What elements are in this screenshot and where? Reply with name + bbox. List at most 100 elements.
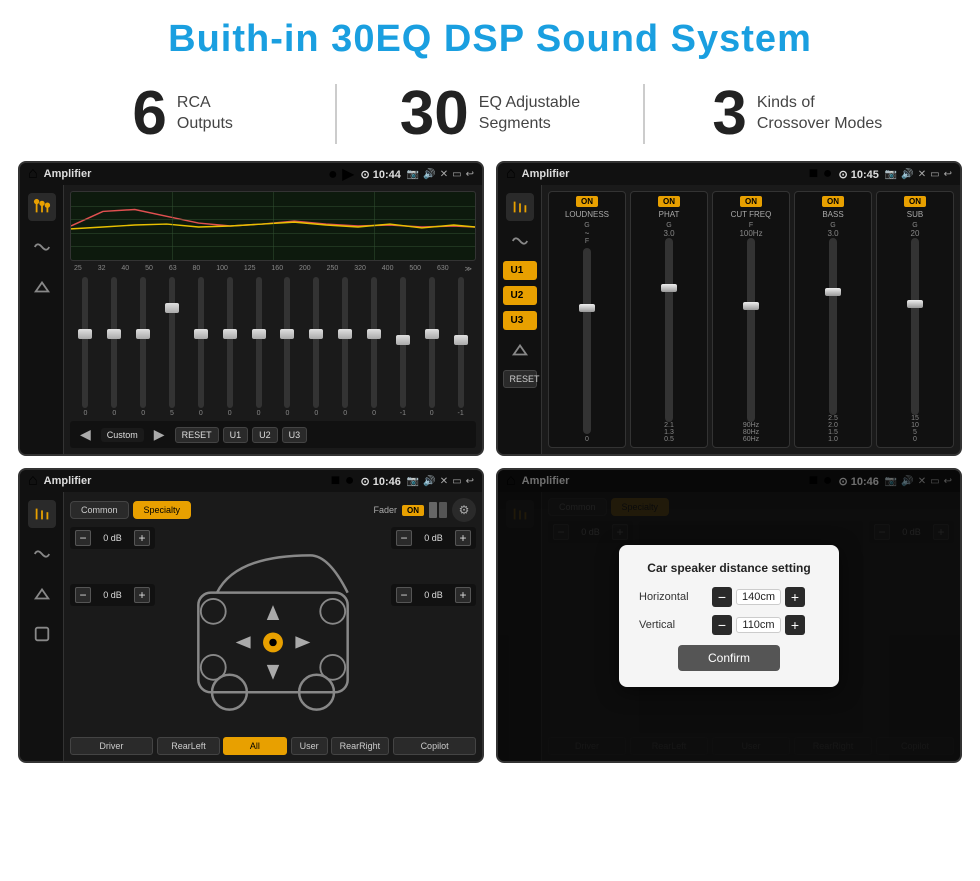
eq-sidebar-icon-3[interactable] [28, 273, 56, 301]
settings-icon[interactable]: ⚙ [452, 498, 476, 522]
dialog-vertical-row: Vertical − 110cm + [639, 615, 819, 635]
dialog-vertical-control: − 110cm + [712, 615, 805, 635]
db-minus-bl[interactable]: − [75, 587, 91, 603]
dots-2: ■ ● [809, 165, 833, 183]
status-icons-1: 📷🔊✕▭↩ [407, 169, 474, 180]
db-minus-tr[interactable]: − [396, 530, 412, 546]
specialty-tab[interactable]: Specialty [133, 501, 192, 519]
horizontal-plus-btn[interactable]: + [785, 587, 805, 607]
dialog-overlay: Car speaker distance setting Horizontal … [498, 470, 960, 761]
screen-cross: ⌂ Amplifier ■ ● ⊙ 10:46 📷🔊✕▭↩ [18, 468, 484, 763]
db-value-tr: 0 dB [416, 533, 451, 543]
eq-u1-btn[interactable]: U1 [223, 427, 249, 443]
db-plus-tl[interactable]: + [134, 530, 150, 546]
db-control-bot-right: − 0 dB + [391, 584, 476, 606]
cross-sidebar-icon-1[interactable] [28, 500, 56, 528]
eq-prev-btn[interactable]: ◀ [74, 424, 97, 445]
time-3: ⊙ 10:46 [360, 475, 400, 488]
freq-labels: 2532405063 80100125160200 25032040050063… [70, 265, 476, 273]
phat-on[interactable]: ON [658, 196, 680, 207]
slider-5[interactable]: 0 [216, 277, 243, 417]
vertical-minus-btn[interactable]: − [712, 615, 732, 635]
cross-sidebar-icon-4[interactable] [28, 620, 56, 648]
dialog-horizontal-control: − 140cm + [712, 587, 805, 607]
stat-divider-2 [643, 84, 645, 144]
slider-2[interactable]: 0 [130, 277, 157, 417]
app-title-2: Amplifier [522, 168, 803, 180]
vertical-plus-btn[interactable]: + [785, 615, 805, 635]
user-btn-2[interactable]: User [291, 737, 328, 755]
eq-reset-btn[interactable]: RESET [175, 427, 219, 443]
app-title-1: Amplifier [44, 168, 322, 180]
slider-8[interactable]: 0 [303, 277, 330, 417]
db-control-top-right: − 0 dB + [391, 527, 476, 549]
home-icon-2[interactable]: ⌂ [506, 165, 516, 183]
time-1: ⊙ 10:44 [360, 168, 400, 181]
dialog-horizontal-row: Horizontal − 140cm + [639, 587, 819, 607]
db-plus-bl[interactable]: + [134, 587, 150, 603]
amp-module-cutfreq: ON CUT FREQ F 100Hz 90Hz 80Hz 60Hz [712, 191, 790, 448]
amp-sidebar-icon-3[interactable] [506, 336, 534, 364]
slider-4[interactable]: 0 [187, 277, 214, 417]
eq-preset-label: Custom [101, 428, 144, 442]
slider-12[interactable]: 0 [418, 277, 445, 417]
cross-bottom-btns: Driver RearLeft All User User RearRight … [70, 737, 476, 755]
db-value-br: 0 dB [416, 590, 451, 600]
amp-sidebar-icon-2[interactable] [506, 227, 534, 255]
stat-divider-1 [335, 84, 337, 144]
eq-u3-btn[interactable]: U3 [282, 427, 308, 443]
eq-next-btn[interactable]: ▶ [148, 424, 171, 445]
loudness-on[interactable]: ON [576, 196, 598, 207]
screen-amp: ⌂ Amplifier ■ ● ⊙ 10:45 📷🔊✕▭↩ [496, 161, 962, 456]
sub-title: SUB [907, 210, 923, 219]
db-minus-br[interactable]: − [396, 587, 412, 603]
u3-button[interactable]: U3 [503, 311, 537, 330]
slider-6[interactable]: 0 [245, 277, 272, 417]
u2-button[interactable]: U2 [503, 286, 537, 305]
sub-on[interactable]: ON [904, 196, 926, 207]
slider-9[interactable]: 0 [332, 277, 359, 417]
driver-btn[interactable]: Driver [70, 737, 153, 755]
db-minus-tl[interactable]: − [75, 530, 91, 546]
eq-u2-btn[interactable]: U2 [252, 427, 278, 443]
home-icon-1[interactable]: ⌂ [28, 165, 38, 183]
cross-sidebar-icon-2[interactable] [28, 540, 56, 568]
u1-button[interactable]: U1 [503, 261, 537, 280]
slider-0[interactable]: 0 [72, 277, 99, 417]
stat-number-eq: 30 [400, 83, 469, 145]
home-icon-3[interactable]: ⌂ [28, 472, 38, 490]
copilot-btn[interactable]: Copilot [393, 737, 476, 755]
phat-title: PHAT [659, 210, 680, 219]
slider-13[interactable]: -1 [447, 277, 474, 417]
eq-sidebar-icon-1[interactable] [28, 193, 56, 221]
fader-label: Fader [373, 505, 397, 515]
db-plus-br[interactable]: + [455, 587, 471, 603]
confirm-button[interactable]: Confirm [678, 645, 780, 671]
horizontal-minus-btn[interactable]: − [712, 587, 732, 607]
rearleft-btn[interactable]: RearLeft [157, 737, 220, 755]
amp-reset-btn[interactable]: RESET [503, 370, 537, 388]
eq-dots-1: ● ▶ [328, 164, 354, 184]
slider-3[interactable]: 5 [159, 277, 186, 417]
cross-sidebar [20, 492, 64, 761]
stat-eq: 30 EQ AdjustableSegments [367, 83, 612, 145]
fader-on[interactable]: ON [402, 505, 424, 516]
common-tab[interactable]: Common [70, 501, 129, 519]
amp-module-bass: ON BASS G 3.0 2.5 2.0 1.5 1.0 [794, 191, 872, 448]
db-plus-tr[interactable]: + [455, 530, 471, 546]
time-2: ⊙ 10:45 [838, 168, 878, 181]
eq-sidebar-icon-2[interactable] [28, 233, 56, 261]
bass-on[interactable]: ON [822, 196, 844, 207]
cutfreq-on[interactable]: ON [740, 196, 762, 207]
slider-1[interactable]: 0 [101, 277, 128, 417]
status-bar-3: ⌂ Amplifier ■ ● ⊙ 10:46 📷🔊✕▭↩ [20, 470, 482, 492]
cross-sidebar-icon-3[interactable] [28, 580, 56, 608]
left-db-controls: − 0 dB + − 0 dB + [70, 527, 155, 733]
amp-sidebar-icon-1[interactable] [506, 193, 534, 221]
slider-10[interactable]: 0 [361, 277, 388, 417]
all-btn[interactable]: All [223, 737, 286, 755]
screen-eq: ⌂ Amplifier ● ▶ ⊙ 10:44 📷🔊✕▭↩ [18, 161, 484, 456]
rearright-btn[interactable]: RearRight [331, 737, 390, 755]
slider-11[interactable]: -1 [389, 277, 416, 417]
slider-7[interactable]: 0 [274, 277, 301, 417]
